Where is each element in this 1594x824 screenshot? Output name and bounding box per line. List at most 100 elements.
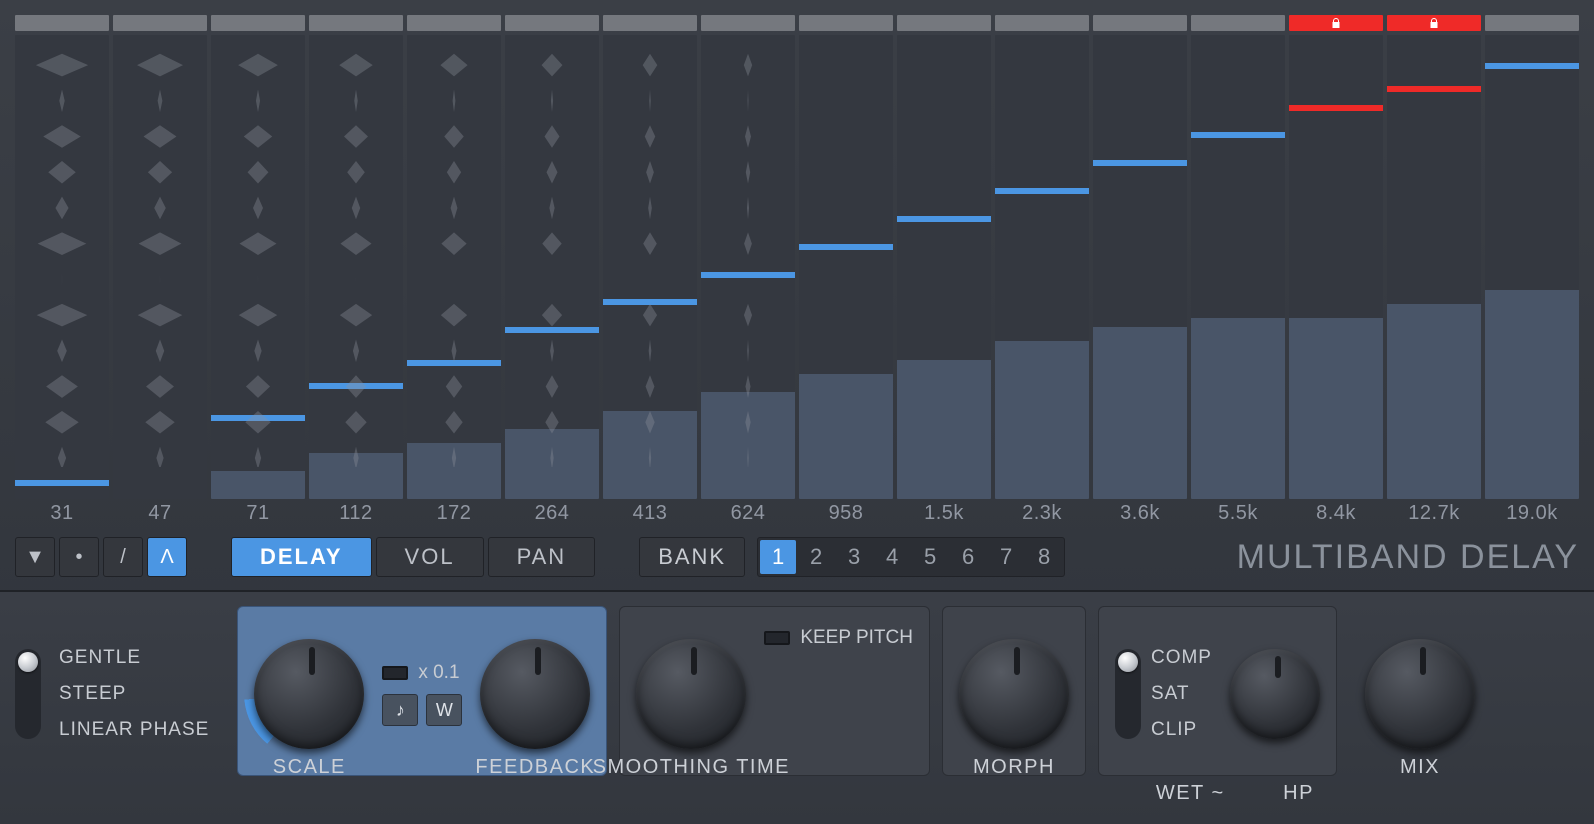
hp-knob[interactable] xyxy=(1230,649,1320,739)
scale-knob[interactable] xyxy=(254,639,364,749)
filter-mode-slider[interactable] xyxy=(15,649,41,739)
wrap-button[interactable]: W xyxy=(426,694,462,726)
morph-control: MORPH xyxy=(959,639,1069,749)
filter-mode-option[interactable]: STEEP xyxy=(59,683,209,705)
band-body[interactable] xyxy=(897,35,991,499)
band-slider[interactable]: 172 xyxy=(407,15,501,525)
bank-button[interactable]: 4 xyxy=(874,540,910,574)
band-header[interactable] xyxy=(505,15,599,31)
shape-tool-button[interactable]: / xyxy=(103,537,143,577)
filter-mode-thumb xyxy=(18,652,38,672)
bank-button[interactable]: 8 xyxy=(1026,540,1062,574)
band-slider[interactable]: 2.3k xyxy=(995,15,1089,525)
tab-delay[interactable]: DELAY xyxy=(231,537,372,577)
morph-knob[interactable] xyxy=(959,639,1069,749)
band-fill xyxy=(1093,327,1187,499)
bank-button[interactable]: 7 xyxy=(988,540,1024,574)
bank-button[interactable]: 3 xyxy=(836,540,872,574)
band-body[interactable] xyxy=(1093,35,1187,499)
band-slider[interactable]: 12.7k xyxy=(1387,15,1481,525)
band-slider[interactable]: 413 xyxy=(603,15,697,525)
band-level-bar xyxy=(1093,160,1187,166)
band-body[interactable] xyxy=(995,35,1089,499)
tempo-sync-button[interactable]: ♪ xyxy=(382,694,418,726)
filter-mode-option[interactable]: LINEAR PHASE xyxy=(59,719,209,741)
tab-pan[interactable]: PAN xyxy=(488,537,596,577)
band-fill xyxy=(1191,318,1285,499)
band-header[interactable] xyxy=(309,15,403,31)
band-body[interactable] xyxy=(211,35,305,499)
smoothing-knob[interactable] xyxy=(636,639,746,749)
band-level-bar xyxy=(1191,132,1285,138)
band-header[interactable] xyxy=(995,15,1089,31)
band-header[interactable] xyxy=(1191,15,1285,31)
band-body[interactable] xyxy=(1289,35,1383,499)
band-body[interactable] xyxy=(1387,35,1481,499)
band-header[interactable] xyxy=(1093,15,1187,31)
band-slider[interactable]: 1.5k xyxy=(897,15,991,525)
shape-tool-button[interactable]: • xyxy=(59,537,99,577)
band-header[interactable] xyxy=(1485,15,1579,31)
shape-tool-button[interactable]: Λ xyxy=(147,537,187,577)
band-body[interactable] xyxy=(505,35,599,499)
band-body[interactable] xyxy=(15,35,109,499)
shape-tool-button[interactable]: ▼ xyxy=(15,537,55,577)
mix-control: MIX xyxy=(1365,639,1475,749)
band-header[interactable] xyxy=(15,15,109,31)
wet-hp-panel: COMPSATCLIP WET ~ HP xyxy=(1098,606,1337,776)
bank-button[interactable]: 5 xyxy=(912,540,948,574)
bank-button[interactable]: 1 xyxy=(760,540,796,574)
band-header[interactable] xyxy=(211,15,305,31)
band-slider[interactable]: 958 xyxy=(799,15,893,525)
band-level-bar xyxy=(1289,105,1383,111)
band-fill xyxy=(603,411,697,499)
band-slider[interactable]: 264 xyxy=(505,15,599,525)
band-freq-label: 264 xyxy=(505,499,599,525)
bank-button[interactable]: 6 xyxy=(950,540,986,574)
band-body[interactable] xyxy=(701,35,795,499)
band-fill xyxy=(1485,290,1579,499)
band-slider[interactable]: 112 xyxy=(309,15,403,525)
band-header[interactable] xyxy=(897,15,991,31)
band-freq-label: 958 xyxy=(799,499,893,525)
band-header[interactable] xyxy=(603,15,697,31)
band-slider[interactable]: 19.0k xyxy=(1485,15,1579,525)
band-body[interactable] xyxy=(1191,35,1285,499)
filter-mode-option[interactable]: GENTLE xyxy=(59,647,209,669)
wet-mode-option[interactable]: COMP xyxy=(1151,647,1212,669)
wet-label: WET ~ xyxy=(1156,782,1225,805)
band-slider[interactable]: 5.5k xyxy=(1191,15,1285,525)
band-slider[interactable]: 47 xyxy=(113,15,207,525)
band-slider[interactable]: 31 xyxy=(15,15,109,525)
band-body[interactable] xyxy=(799,35,893,499)
band-wave-decoration xyxy=(505,35,599,467)
band-body[interactable] xyxy=(113,35,207,499)
band-slider[interactable]: 3.6k xyxy=(1093,15,1187,525)
band-lock-icon[interactable] xyxy=(1289,15,1383,31)
mix-knob[interactable] xyxy=(1365,639,1475,749)
band-freq-label: 624 xyxy=(701,499,795,525)
wet-mode-slider[interactable] xyxy=(1115,649,1141,739)
band-fill xyxy=(1387,304,1481,499)
band-slider[interactable]: 71 xyxy=(211,15,305,525)
band-body[interactable] xyxy=(407,35,501,499)
tab-vol[interactable]: VOL xyxy=(376,537,484,577)
bank-button[interactable]: 2 xyxy=(798,540,834,574)
band-header[interactable] xyxy=(113,15,207,31)
band-header[interactable] xyxy=(701,15,795,31)
wet-mode-option[interactable]: SAT xyxy=(1151,683,1212,705)
band-fill xyxy=(701,392,795,499)
feedback-knob[interactable] xyxy=(480,639,590,749)
band-slider[interactable]: 8.4k xyxy=(1289,15,1383,525)
band-slider[interactable]: 624 xyxy=(701,15,795,525)
smoothing-control: SMOOTHING TIME xyxy=(636,639,746,749)
band-body[interactable] xyxy=(309,35,403,499)
band-body[interactable] xyxy=(603,35,697,499)
scale-mult-led[interactable] xyxy=(382,666,408,680)
band-header[interactable] xyxy=(407,15,501,31)
band-lock-icon[interactable] xyxy=(1387,15,1481,31)
wet-mode-option[interactable]: CLIP xyxy=(1151,719,1212,741)
keep-pitch-led[interactable] xyxy=(764,631,790,645)
band-header[interactable] xyxy=(799,15,893,31)
band-body[interactable] xyxy=(1485,35,1579,499)
